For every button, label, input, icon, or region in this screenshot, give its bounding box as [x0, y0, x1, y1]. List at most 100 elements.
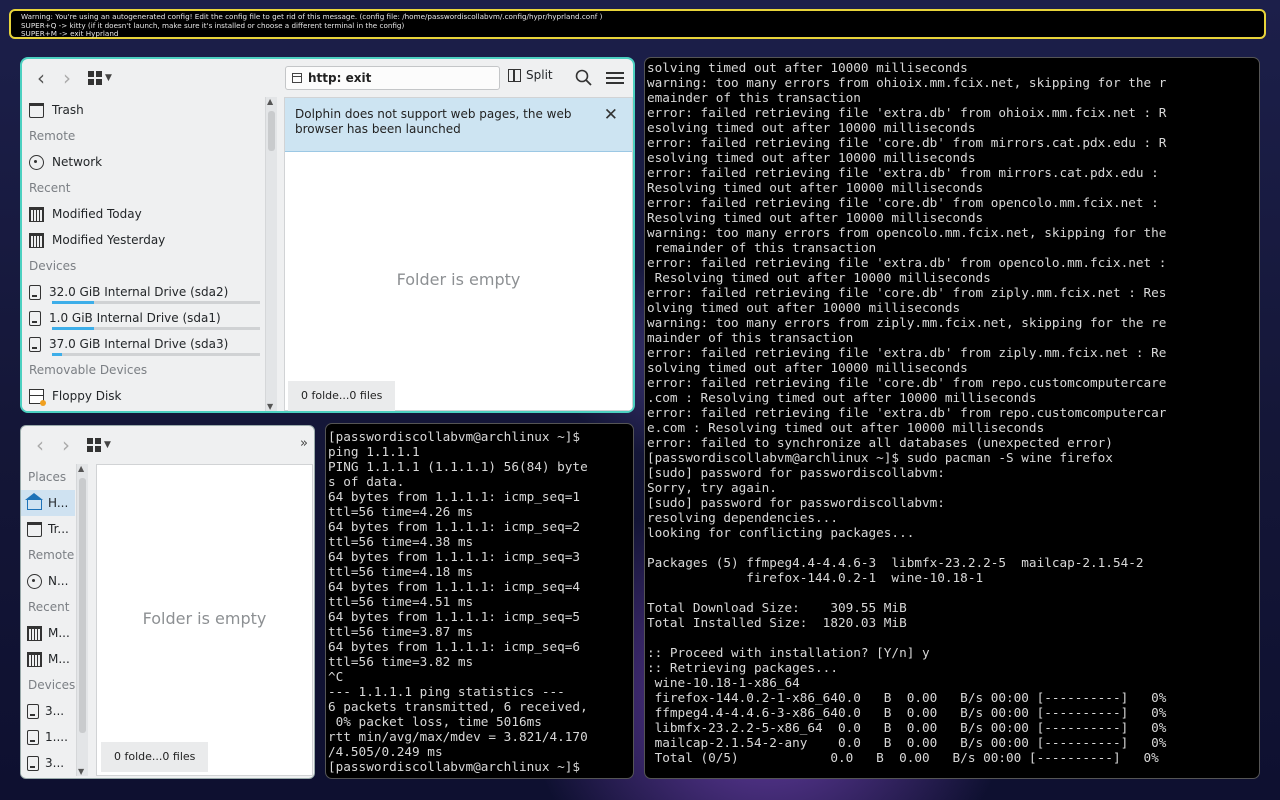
split-label: Split	[526, 68, 553, 82]
scroll-down-icon[interactable]: ▼	[78, 767, 84, 776]
icons-view-icon	[87, 438, 101, 452]
capacity-bar	[52, 327, 260, 330]
split-button[interactable]: Split	[508, 68, 553, 82]
sidebar-item-label: 3...	[45, 756, 65, 770]
sidebar-item-trash[interactable]: Trash	[22, 97, 265, 123]
terminal-line: ttl=56 time=4.38 ms	[328, 534, 474, 549]
terminal-line: /4.505/0.249 ms	[328, 744, 443, 759]
sidebar-scrollbar[interactable]: ▲ ▼	[76, 464, 88, 776]
back-icon[interactable]: ‹	[28, 65, 54, 91]
terminal-line: error: failed retrieving file 'core.db' …	[647, 195, 1159, 210]
floppy-disk-icon	[29, 388, 46, 406]
scroll-up-icon[interactable]: ▲	[267, 97, 273, 106]
sidebar-item-drive-sda2[interactable]: 32.0 GiB Internal Drive (sda2)	[22, 279, 265, 305]
sidebar-item-modified-today[interactable]: M...	[21, 620, 75, 646]
home-icon	[25, 493, 43, 510]
close-icon[interactable]: ✕	[604, 107, 618, 124]
places-panel: Places H... Tr... Remote N... Recent M..…	[21, 464, 75, 776]
terminal-line: ping 1.1.1.1	[328, 444, 420, 459]
terminal-line: Packages (5) ffmpeg4.4-4.4.6-3 libmfx-23…	[647, 555, 1144, 570]
sidebar-item-drive[interactable]: 1....	[21, 724, 75, 750]
terminal-line: [passwordiscollabvm@archlinux ~]$	[328, 429, 581, 444]
drive-icon	[29, 284, 41, 300]
sidebar-item-label: 32.0 GiB Internal Drive (sda2)	[49, 285, 229, 299]
terminal-line: esolving timed out after 10000 milliseco…	[647, 120, 976, 135]
view-mode-button[interactable]: ▼	[87, 438, 111, 452]
terminal-line: PING 1.1.1.1 (1.1.1.1) 56(84) byte	[328, 459, 588, 474]
sidebar-item-drive[interactable]: 3...	[21, 750, 75, 776]
scrollbar-thumb[interactable]	[268, 111, 275, 151]
terminal-line: error: failed retrieving file 'extra.db'…	[647, 255, 1167, 270]
info-banner: Dolphin does not support web pages, the …	[285, 98, 632, 152]
chevron-down-icon: ▼	[105, 73, 112, 83]
terminal-line: Resolving timed out after 10000 millisec…	[647, 180, 984, 195]
terminal-line: 0% packet loss, time 5016ms	[328, 714, 542, 729]
sidebar-item-network[interactable]: Network	[22, 149, 265, 175]
terminal-line: [sudo] password for passwordiscollabvm:	[647, 495, 945, 510]
section-header-recent: Recent	[29, 181, 71, 195]
terminal-line: solving timed out after 10000 millisecon…	[647, 360, 968, 375]
sidebar-item-label: M...	[48, 626, 70, 640]
forward-icon[interactable]: ›	[53, 432, 79, 458]
sidebar-item-modified-yesterday[interactable]: M...	[21, 646, 75, 672]
hyprland-warning-bar: Warning: You're using an autogenerated c…	[9, 9, 1266, 39]
file-view[interactable]: Folder is empty	[96, 464, 313, 776]
terminal-line: mainder of this transaction	[647, 330, 854, 345]
terminal-line: [passwordiscollabvm@archlinux ~]$	[328, 759, 588, 774]
terminal-pacman[interactable]: solving timed out after 10000 millisecon…	[644, 57, 1260, 779]
view-mode-button[interactable]: ▼	[88, 71, 112, 85]
terminal-line: Total Download Size: 309.55 MiB	[647, 600, 907, 615]
calendar-icon	[29, 206, 44, 222]
search-icon[interactable]	[574, 68, 594, 88]
terminal-line: Sorry, try again.	[647, 480, 777, 495]
file-view[interactable]: Dolphin does not support web pages, the …	[284, 97, 633, 411]
sidebar-item-home[interactable]: H...	[21, 490, 75, 516]
sidebar-item-modified-today[interactable]: Modified Today	[22, 201, 265, 227]
sidebar-item-drive[interactable]: 3...	[21, 698, 75, 724]
sidebar-item-floppy[interactable]: Floppy Disk	[22, 383, 265, 409]
terminal-line: firefox-144.0.2-1-x86_640.0 B 0.00 B/s 0…	[647, 690, 1167, 705]
drive-icon	[27, 755, 39, 771]
terminal-line: [passwordiscollabvm@archlinux ~]$ sudo p…	[647, 450, 1113, 465]
terminal-line: .com : Resolving timed out after 10000 m…	[647, 390, 1037, 405]
hamburger-menu-icon[interactable]	[606, 69, 624, 87]
terminal-line: [sudo] password for passwordiscollabvm:	[647, 465, 945, 480]
terminal-line: looking for conflicting packages...	[647, 525, 915, 540]
section-header-recent: Recent	[28, 600, 70, 614]
scrollbar-thumb[interactable]	[79, 478, 86, 733]
terminal-ping[interactable]: [passwordiscollabvm@archlinux ~]$ ping 1.…	[325, 423, 634, 779]
scroll-down-icon[interactable]: ▼	[267, 402, 273, 411]
trash-icon	[27, 521, 42, 537]
drive-icon	[29, 310, 41, 326]
toolbar-overflow-icon[interactable]: »	[300, 436, 308, 451]
terminal-line: error: failed retrieving file 'extra.db'…	[647, 405, 1167, 420]
terminal-line: wine-10.18-1-x86_64	[647, 675, 800, 690]
sidebar-scrollbar[interactable]: ▲ ▼	[265, 97, 277, 411]
location-bar[interactable]: http: exit	[285, 66, 500, 90]
sidebar-item-drive-sda3[interactable]: 37.0 GiB Internal Drive (sda3)	[22, 331, 265, 357]
drive-icon	[29, 336, 41, 352]
calendar-icon	[27, 651, 42, 667]
sidebar-item-label: N...	[48, 574, 69, 588]
warning-line: SUPER+M -> exit Hyprland	[21, 30, 119, 39]
dolphin-window-top[interactable]: ‹ › ▼ http: exit Split Trash Remote Netw…	[20, 57, 635, 413]
dolphin-window-bottom[interactable]: ‹ › ▼ » Places H... Tr... Remote N... Re…	[20, 425, 315, 779]
back-icon[interactable]: ‹	[27, 432, 53, 458]
sidebar-item-modified-yesterday[interactable]: Modified Yesterday	[22, 227, 265, 253]
sidebar-item-trash[interactable]: Tr...	[21, 516, 75, 542]
sidebar-item-label: 1.0 GiB Internal Drive (sda1)	[49, 311, 221, 325]
scroll-up-icon[interactable]: ▲	[78, 464, 84, 473]
section-header-places: Places	[28, 470, 67, 484]
terminal-line: emainder of this transaction	[647, 90, 861, 105]
icons-view-icon	[88, 71, 102, 85]
sidebar-item-drive-sda1[interactable]: 1.0 GiB Internal Drive (sda1)	[22, 305, 265, 331]
forward-icon[interactable]: ›	[54, 65, 80, 91]
terminal-line: error: failed retrieving file 'extra.db'…	[647, 105, 1167, 120]
terminal-line: olving timed out after 10000 millisecond…	[647, 300, 961, 315]
terminal-line: error: failed retrieving file 'extra.db'…	[647, 345, 1167, 360]
terminal-line: error: failed retrieving file 'core.db' …	[647, 285, 1167, 300]
terminal-line: resolving dependencies...	[647, 510, 838, 525]
sidebar-item-network[interactable]: N...	[21, 568, 75, 594]
